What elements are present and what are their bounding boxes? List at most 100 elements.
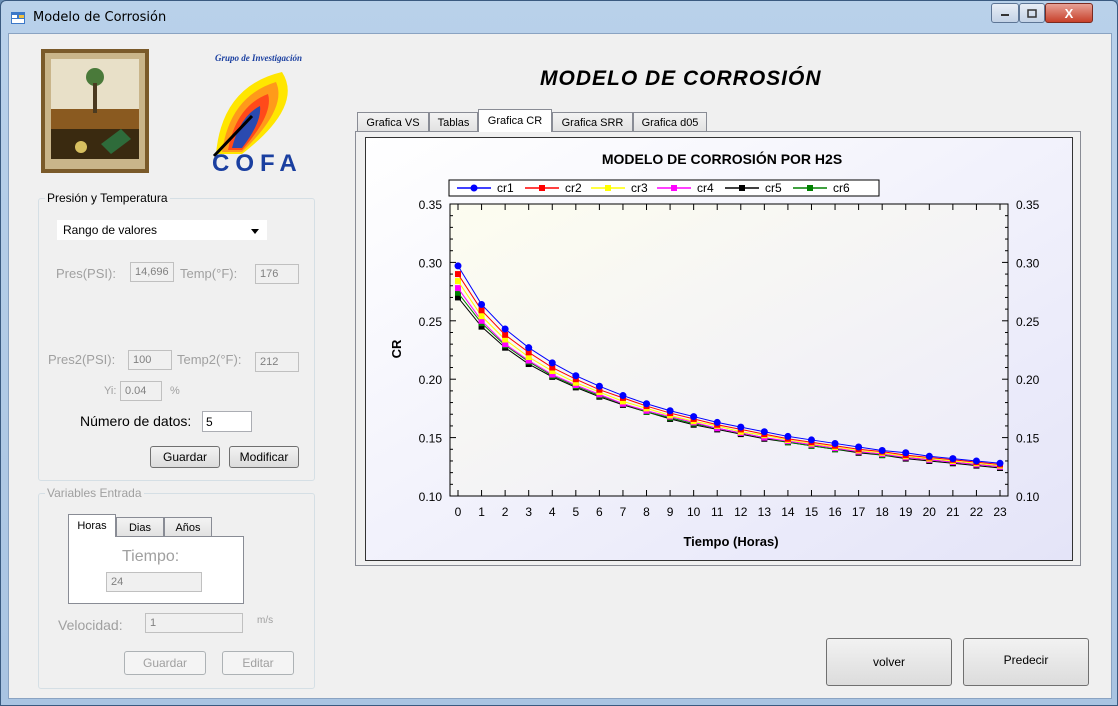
tab-tablas[interactable]: Tablas [429, 112, 478, 132]
x-tick-label: 15 [805, 505, 819, 519]
legend-label-cr6: cr6 [833, 181, 850, 195]
yi-field[interactable]: 0.04 [120, 381, 162, 401]
x-tick-label: 0 [455, 505, 462, 519]
point-cr1 [595, 382, 603, 390]
point-cr1 [949, 455, 957, 463]
tab-grafica-vs[interactable]: Grafica VS [357, 112, 429, 132]
point-cr1 [878, 446, 886, 454]
x-tick-label: 7 [620, 505, 627, 519]
university-logo [41, 49, 149, 173]
y-tick-label: 0.35 [419, 198, 443, 212]
num-datos-label: Número de datos: [80, 413, 192, 429]
variables-entrada-title: Variables Entrada [45, 486, 144, 500]
rango-combo[interactable]: Rango de valores [56, 219, 268, 241]
point-cr1 [831, 439, 839, 447]
point-cr1 [972, 457, 980, 465]
legend-label-cr5: cr5 [765, 181, 782, 195]
point-cr1 [478, 300, 486, 308]
point-cr1 [855, 443, 863, 451]
tab-grafica-cr[interactable]: Grafica CR [478, 109, 552, 132]
legend-label-cr3: cr3 [631, 181, 648, 195]
x-tick-label: 9 [667, 505, 674, 519]
x-tick-label: 10 [687, 505, 701, 519]
editar-button[interactable]: Editar [222, 651, 294, 675]
x-tick-label: 1 [478, 505, 485, 519]
page-title: MODELO DE CORROSIÓN [540, 67, 822, 90]
y-axis-label: CR [389, 339, 404, 358]
tab-horas[interactable]: Horas [68, 514, 116, 537]
minimize-button[interactable] [991, 3, 1019, 23]
point-cr1 [501, 325, 509, 333]
point-cr1 [666, 407, 674, 415]
x-tick-label: 21 [946, 505, 960, 519]
x-tick-label: 18 [875, 505, 889, 519]
velocidad-field[interactable]: 1 [145, 613, 243, 633]
temp2-field[interactable]: 212 [255, 352, 299, 372]
y-tick-label: 0.20 [419, 373, 443, 387]
minimize-icon [1001, 14, 1009, 16]
volver-button[interactable]: volver [826, 638, 952, 686]
x-tick-label: 5 [572, 505, 579, 519]
title-bar[interactable]: Modelo de Corrosión X [1, 1, 1117, 35]
x-tick-label: 14 [781, 505, 795, 519]
point-cr4 [455, 285, 461, 292]
cofa-logo [212, 72, 288, 158]
point-cr1 [784, 432, 792, 440]
legend-marker-cr5 [739, 185, 745, 191]
tab-grafica-d05[interactable]: Grafica d05 [633, 112, 707, 132]
y-tick-label-right: 0.10 [1016, 490, 1040, 504]
x-axis-label: Tiempo (Horas) [683, 534, 778, 549]
corrosion-chart: MODELO DE CORROSIÓN POR H2S Tiempo (Hora… [365, 137, 1073, 561]
point-cr3 [455, 278, 461, 285]
y-tick-label: 0.30 [419, 256, 443, 270]
close-icon: X [1064, 5, 1074, 21]
tiempo-field[interactable]: 24 [106, 572, 202, 592]
point-cr1 [760, 428, 768, 436]
maximize-icon [1027, 8, 1037, 18]
y-tick-label-right: 0.25 [1016, 315, 1040, 329]
tab-dias[interactable]: Dias [116, 517, 164, 537]
point-cr1 [548, 359, 556, 367]
temp-field[interactable]: 176 [255, 264, 299, 284]
point-cr1 [525, 344, 533, 352]
yi-unit: % [170, 385, 180, 397]
predecir-button[interactable]: Predecir [963, 638, 1089, 686]
maximize-button[interactable] [1019, 3, 1045, 23]
y-tick-label-right: 0.35 [1016, 198, 1040, 212]
point-cr3 [478, 313, 485, 320]
x-tick-label: 2 [502, 505, 509, 519]
legend-label-cr2: cr2 [565, 181, 582, 195]
legend-marker-cr4 [671, 185, 677, 191]
presion-temperatura-title: Presión y Temperatura [45, 191, 170, 205]
x-tick-label: 4 [549, 505, 556, 519]
close-button[interactable]: X [1045, 3, 1093, 23]
tab-anios[interactable]: Años [164, 517, 212, 537]
point-cr1 [454, 262, 462, 270]
x-tick-label: 8 [643, 505, 650, 519]
app-icon [11, 12, 25, 24]
y-tick-label: 0.25 [419, 315, 443, 329]
rango-combo-value: Rango de valores [63, 223, 158, 237]
modificar-button[interactable]: Modificar [229, 446, 299, 468]
point-cr2 [502, 331, 509, 338]
pres2-label: Pres2(PSI): [48, 352, 116, 367]
guardar-button[interactable]: Guardar [150, 446, 220, 468]
yi-label: Yi: [104, 385, 117, 397]
tiempo-panel [68, 536, 244, 604]
velocidad-label: Velocidad: [58, 617, 123, 633]
x-tick-label: 12 [734, 505, 748, 519]
pres2-field[interactable]: 100 [128, 350, 172, 370]
num-datos-field[interactable]: 5 [202, 411, 252, 432]
tab-grafica-srr[interactable]: Grafica SRR [552, 112, 633, 132]
pres-label: Pres(PSI): [56, 266, 116, 281]
x-tick-label: 11 [711, 505, 724, 519]
y-tick-label-right: 0.20 [1016, 373, 1040, 387]
x-tick-label: 3 [525, 505, 532, 519]
pres-field[interactable]: 14,696 [130, 262, 174, 282]
cofa-caption: Grupo de Investigación [215, 53, 303, 63]
y-tick-label-right: 0.15 [1016, 432, 1040, 446]
guardar-variables-button[interactable]: Guardar [124, 651, 206, 675]
y-tick-label-right: 0.30 [1016, 256, 1040, 270]
point-cr1 [619, 392, 627, 400]
x-tick-label: 6 [596, 505, 603, 519]
